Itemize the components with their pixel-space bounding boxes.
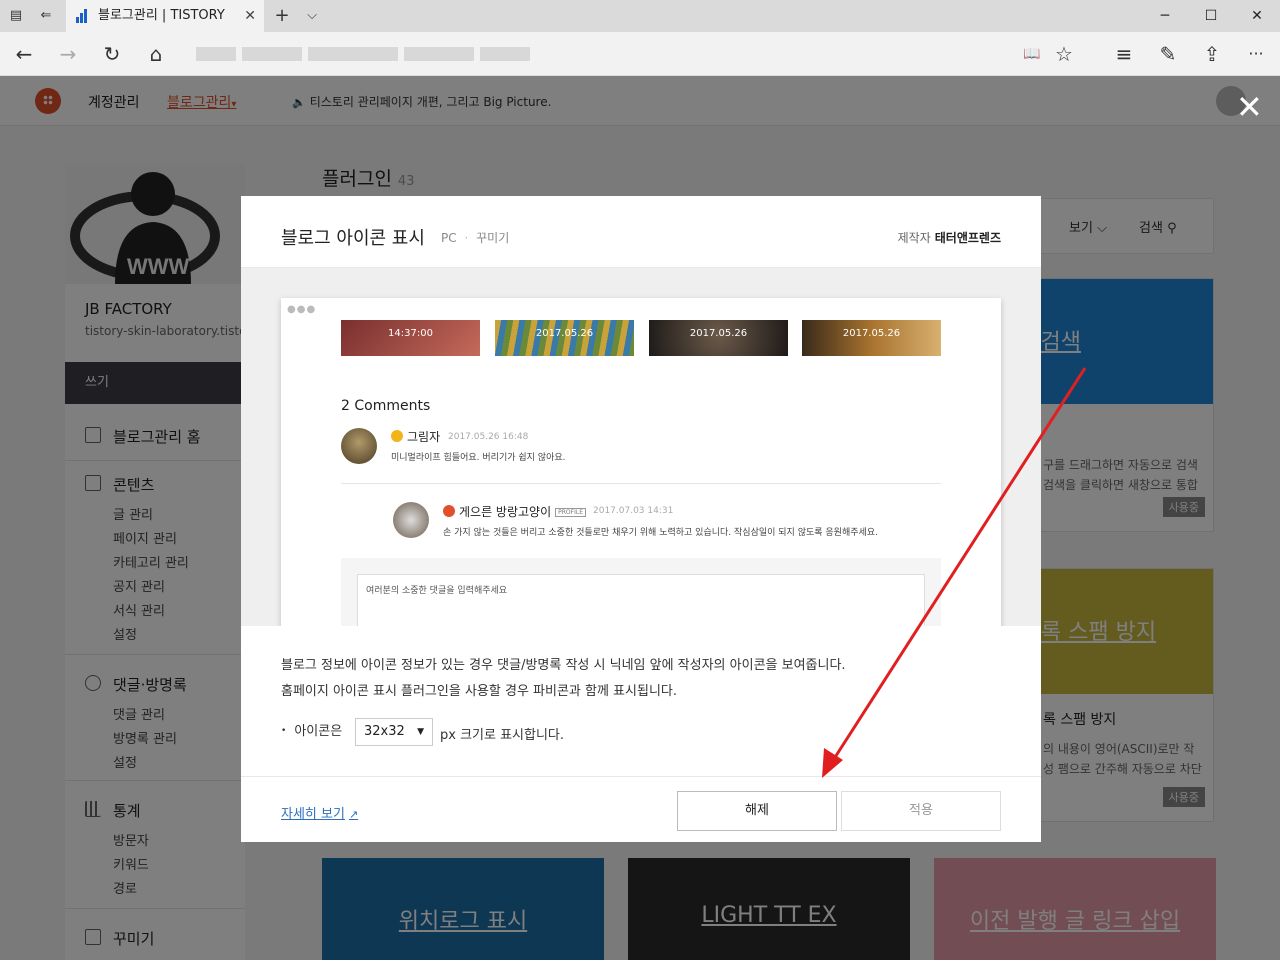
plugin-detail-modal: 블로그 아이콘 표시 PC · 꾸미기 제작자 태터앤프렌즈 ●●● 14:37:… xyxy=(241,196,1041,842)
release-button[interactable]: 해제 xyxy=(677,791,837,831)
comment-form: 여러분의 소중한 댓글을 입력해주세요 xyxy=(341,558,941,626)
platform-label: PC xyxy=(441,231,457,245)
comment-date: 2017.05.26 16:48 xyxy=(448,432,529,442)
favorite-star-icon[interactable]: ☆ xyxy=(1050,40,1078,68)
tab-manager-icon[interactable]: ▤ xyxy=(6,6,26,26)
comment-input[interactable]: 여러분의 소중한 댓글을 입력해주세요 xyxy=(357,574,925,626)
preview-thumbnail: 2017.05.26 xyxy=(802,320,941,356)
chevron-down-icon: ▼ xyxy=(417,727,424,737)
preview-thumbnail: 14:37:00 xyxy=(341,320,480,356)
commenter-avatar xyxy=(341,428,377,464)
window-dots-icon: ●●● xyxy=(287,304,317,315)
hub-icon[interactable]: ≡ xyxy=(1110,40,1138,68)
preview-window: ●●● 14:37:00 2017.05.26 2017.05.26 2017.… xyxy=(281,298,1001,626)
close-window-button[interactable]: ✕ xyxy=(1234,0,1280,32)
external-link-icon: ↗ xyxy=(348,808,359,821)
plugin-preview: ●●● 14:37:00 2017.05.26 2017.05.26 2017.… xyxy=(241,268,1041,626)
address-bar[interactable] xyxy=(196,44,546,64)
browser-nav-bar: ← → ↻ ⌂ 📖 ☆ ≡ ✎ ⇪ ··· xyxy=(0,32,1280,76)
category-label: 꾸미기 xyxy=(476,231,510,245)
plugin-description-note: 홈페이지 아이콘 표시 플러그인을 사용할 경우 파비콘과 함께 표시됩니다. xyxy=(281,684,677,699)
forward-icon[interactable]: → xyxy=(54,40,82,68)
comments-heading: 2 Comments xyxy=(341,398,431,414)
browser-tab-bar: ▤ ⇐ 블로그관리 | TISTORY ✕ + ⌵ ─ ☐ ✕ xyxy=(0,0,1280,32)
tab-blog-admin[interactable]: 블로그관리 | TISTORY ✕ xyxy=(66,0,264,32)
divider xyxy=(341,483,941,484)
tab-list-icon[interactable]: ⌵ xyxy=(302,6,322,26)
reply-date: 2017.07.03 14:31 xyxy=(593,506,674,516)
home-icon[interactable]: ⌂ xyxy=(142,40,170,68)
refresh-icon[interactable]: ↻ xyxy=(98,40,126,68)
reply-avatar xyxy=(393,502,429,538)
comment-text: 미니멀라이프 힘들어요. 버리기가 쉽지 않아요. xyxy=(391,453,566,463)
tab-close-icon[interactable]: ✕ xyxy=(244,0,256,32)
tab-title: 블로그관리 | TISTORY xyxy=(98,8,225,23)
set-tabs-aside-icon[interactable]: ⇐ xyxy=(36,6,56,26)
icon-size-select[interactable]: 32x32 ▼ xyxy=(355,718,433,746)
web-note-icon[interactable]: ✎ xyxy=(1154,40,1182,68)
plugin-meta: PC · 꾸미기 xyxy=(441,231,510,245)
commenter-name: 그림자 xyxy=(391,428,440,445)
more-menu-icon[interactable]: ··· xyxy=(1242,40,1270,68)
modal-header: 블로그 아이콘 표시 PC · 꾸미기 제작자 태터앤프렌즈 xyxy=(241,196,1041,268)
back-icon[interactable]: ← xyxy=(10,40,38,68)
modal-footer: 자세히 보기 ↗ 해제 적용 xyxy=(241,776,1041,842)
tistory-favicon-icon xyxy=(76,9,87,23)
close-modal-icon[interactable]: ✕ xyxy=(1236,91,1263,123)
reply-text: 손 가지 않는 것들은 버리고 소중한 것들로만 채우기 위해 노력하고 있습니… xyxy=(443,528,878,538)
option-label: • 아이콘은 xyxy=(281,724,343,739)
option-suffix: px 크기로 표시합니다. xyxy=(440,728,565,743)
plugin-author: 제작자 태터앤프렌즈 xyxy=(897,231,1001,245)
more-info-link[interactable]: 자세히 보기 ↗ xyxy=(281,803,358,822)
preview-thumbnail: 2017.05.26 xyxy=(495,320,634,356)
share-icon[interactable]: ⇪ xyxy=(1198,40,1226,68)
new-tab-icon[interactable]: + xyxy=(272,6,292,26)
tistory-badge-icon xyxy=(443,505,455,517)
preview-thumbnail: 2017.05.26 xyxy=(649,320,788,356)
apply-button[interactable]: 적용 xyxy=(841,791,1001,831)
modal-title: 블로그 아이콘 표시 xyxy=(281,228,425,249)
level-badge-icon xyxy=(391,430,403,442)
plugin-description: 블로그 정보에 아이콘 정보가 있는 경우 댓글/방명록 작성 시 닉네임 앞에… xyxy=(281,658,846,673)
reply-name: 게으른 방랑고양이 PROFILE xyxy=(443,503,587,520)
maximize-button[interactable]: ☐ xyxy=(1188,0,1234,32)
minimize-button[interactable]: ─ xyxy=(1142,0,1188,32)
reading-view-icon[interactable]: 📖 xyxy=(1018,40,1046,68)
